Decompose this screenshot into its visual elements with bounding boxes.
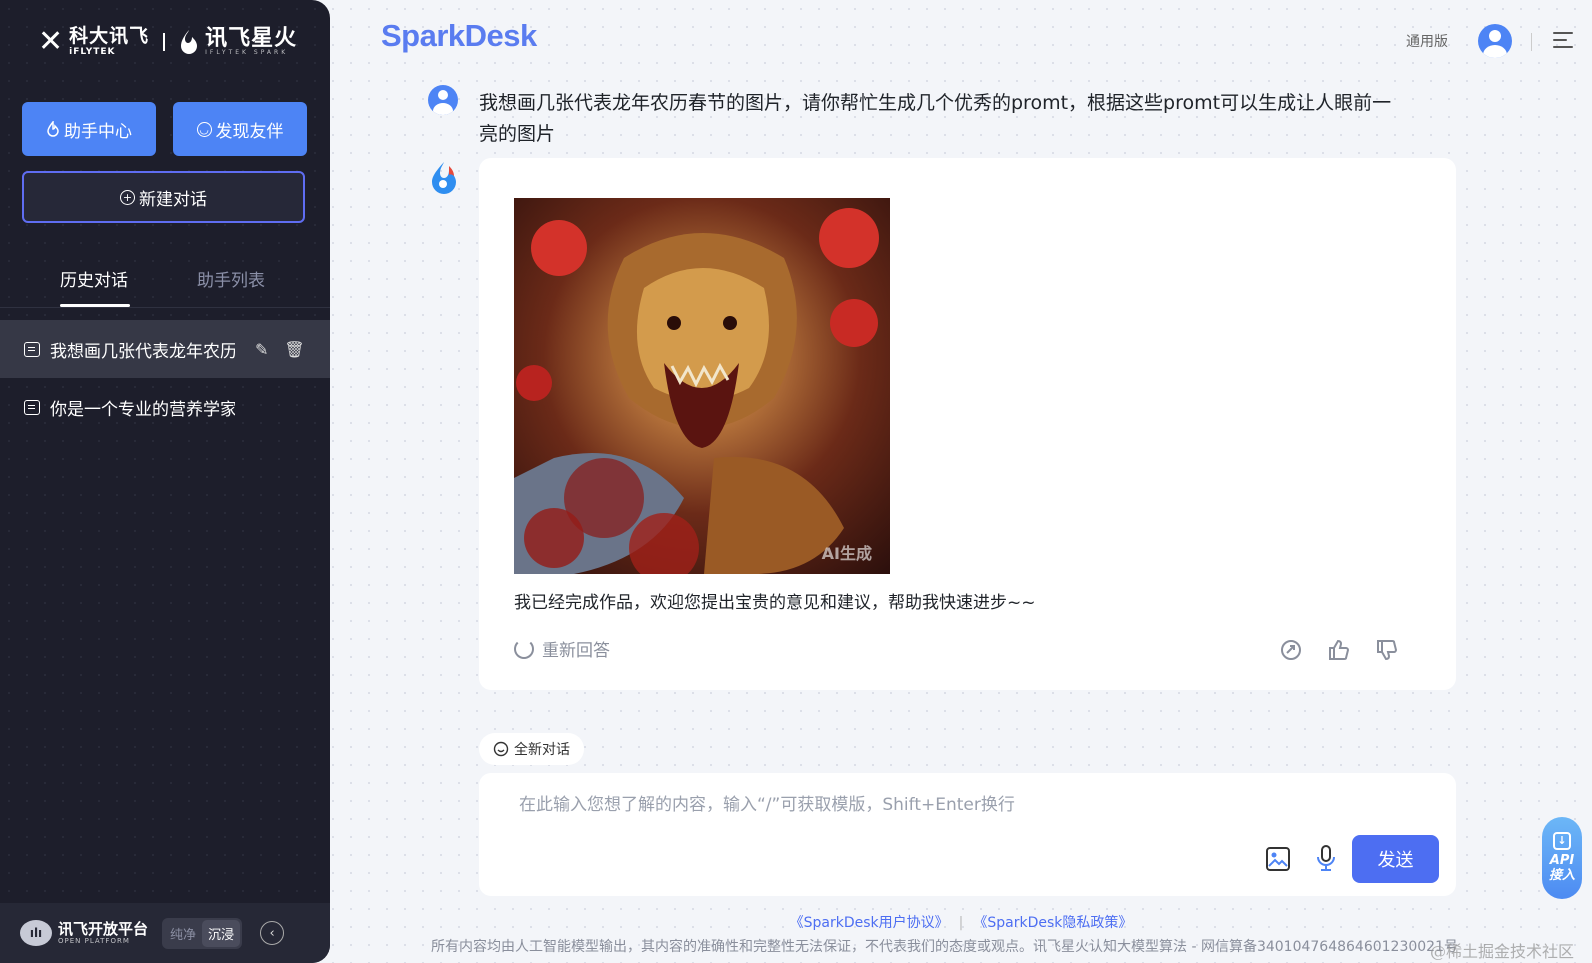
chat-smile-icon [493,741,509,757]
disclaimer-text: 所有内容均由人工智能模型输出，其内容的准确性和完整性无法保证，不代表我们的态度或… [431,939,1459,955]
brand-logo: ✕ 科大讯飞 iFLYTEK 讯飞星火 IFLYTEK SPARK [38,24,297,60]
answer-text: 我已经完成作品，欢迎您提出宝贵的意见和建议，帮助我快速进步~~ [514,593,1036,613]
spark-flame-icon [181,30,198,54]
brand-en: iFLYTEK [69,47,116,57]
user-avatar-icon[interactable] [1478,24,1512,58]
regenerate-label: 重新回答 [542,641,610,661]
sidebar: ✕ 科大讯飞 iFLYTEK 讯飞星火 IFLYTEK SPARK 助手中心 ◡… [0,0,330,963]
new-chat-button[interactable]: + 新建对话 [22,171,305,223]
sidebar-tabs: 历史对话 助手列表 [0,258,330,308]
tab-assistant-list[interactable]: 助手列表 [197,266,265,291]
answer-card: AI生成 我已经完成作品，欢迎您提出宝贵的意见和建议，帮助我快速进步~~ 重新回… [479,158,1456,690]
history-item-label: 你是一个专业的营养学家，请用 [50,399,235,420]
smile-icon: ◡ [196,121,212,137]
feedback-actions [1279,638,1399,662]
history-item-label: 我想画几张代表龙年农历春节的图片，请你帮忙生成几个优秀的promt [50,341,235,362]
brand-cn: 科大讯飞 [69,25,150,47]
user-agreement-link[interactable]: 《SparkDesk用户协议》 [790,915,949,931]
footer-links: 《SparkDesk用户协议》 | 《SparkDesk隐私政策》 [0,912,1592,932]
image-upload-icon[interactable] [1265,846,1291,872]
privacy-policy-link[interactable]: 《SparkDesk隐私政策》 [973,915,1132,931]
send-button[interactable]: 发送 [1352,835,1439,883]
history-item[interactable]: 我想画几张代表龙年农历春节的图片，请你帮忙生成几个优秀的promt ✎ 🗑 [0,320,330,378]
history-item[interactable]: 你是一个专业的营养学家，请用 [0,378,330,436]
ai-generated-mark: AI生成 [821,544,872,563]
thumbs-up-icon[interactable] [1327,638,1351,662]
dragon-image[interactable]: AI生成 [514,198,890,574]
spark-brand-cn: 讯飞星火 [205,26,298,51]
new-conversation-chip[interactable]: 全新对话 [479,733,584,765]
spark-logo: 讯飞星火 IFLYTEK SPARK [179,28,297,56]
share-icon[interactable] [1279,638,1303,662]
user-avatar [428,85,458,115]
sparkdesk-logo: SparkDesk [381,18,537,53]
chat-bubble-icon [24,399,40,415]
user-message: 我想画几张代表龙年农历春节的图片，请你帮忙生成几个优秀的promt，根据这些pr… [479,92,1392,145]
watermark: @稀土掘金技术社区 [1430,942,1575,961]
plus-circle-icon: + [120,189,135,205]
assistant-icon [47,121,59,137]
tab-history[interactable]: 历史对话 [60,266,128,291]
menu-icon[interactable] [1553,32,1573,53]
refresh-icon [514,638,534,659]
brand-divider [163,33,166,51]
new-conversation-label: 全新对话 [514,742,570,758]
spark-bot-avatar-icon [432,162,456,194]
download-icon: ↓ [1553,832,1571,851]
open-platform-en: OPEN PLATFORM [58,936,130,945]
discover-partner-label: 发现友伴 [215,121,284,142]
regenerate-button[interactable]: 重新回答 [514,636,610,661]
composer: 发送 [479,773,1456,896]
trash-icon[interactable]: 🗑 [284,340,304,359]
header-divider [1531,33,1532,51]
iflytek-logo-icon: ✕ [38,24,64,59]
footer-separator: | [958,915,964,931]
api-label-line2: 接入 [1548,868,1575,883]
message-input[interactable] [519,795,1319,815]
microphone-icon[interactable] [1316,845,1336,873]
discover-partner-button[interactable]: ◡ 发现友伴 [173,102,307,156]
spark-brand-en: IFLYTEK SPARK [205,49,289,56]
api-label-line1: API [1549,853,1575,869]
iflytek-logo: ✕ 科大讯飞 iFLYTEK [38,27,149,57]
tab-active-indicator [60,304,130,307]
chat-bubble-icon [24,341,40,357]
new-chat-label: 新建对话 [139,189,207,210]
edit-icon[interactable]: ✎ [255,340,268,359]
assistant-center-button[interactable]: 助手中心 [22,102,156,156]
version-selector[interactable]: 通用版 [1406,31,1448,51]
assistant-center-label: 助手中心 [64,121,132,142]
dragon-illustration [514,208,879,574]
thumbs-down-icon[interactable] [1375,638,1399,662]
api-access-button[interactable]: ↓ API 接入 [1542,817,1582,899]
